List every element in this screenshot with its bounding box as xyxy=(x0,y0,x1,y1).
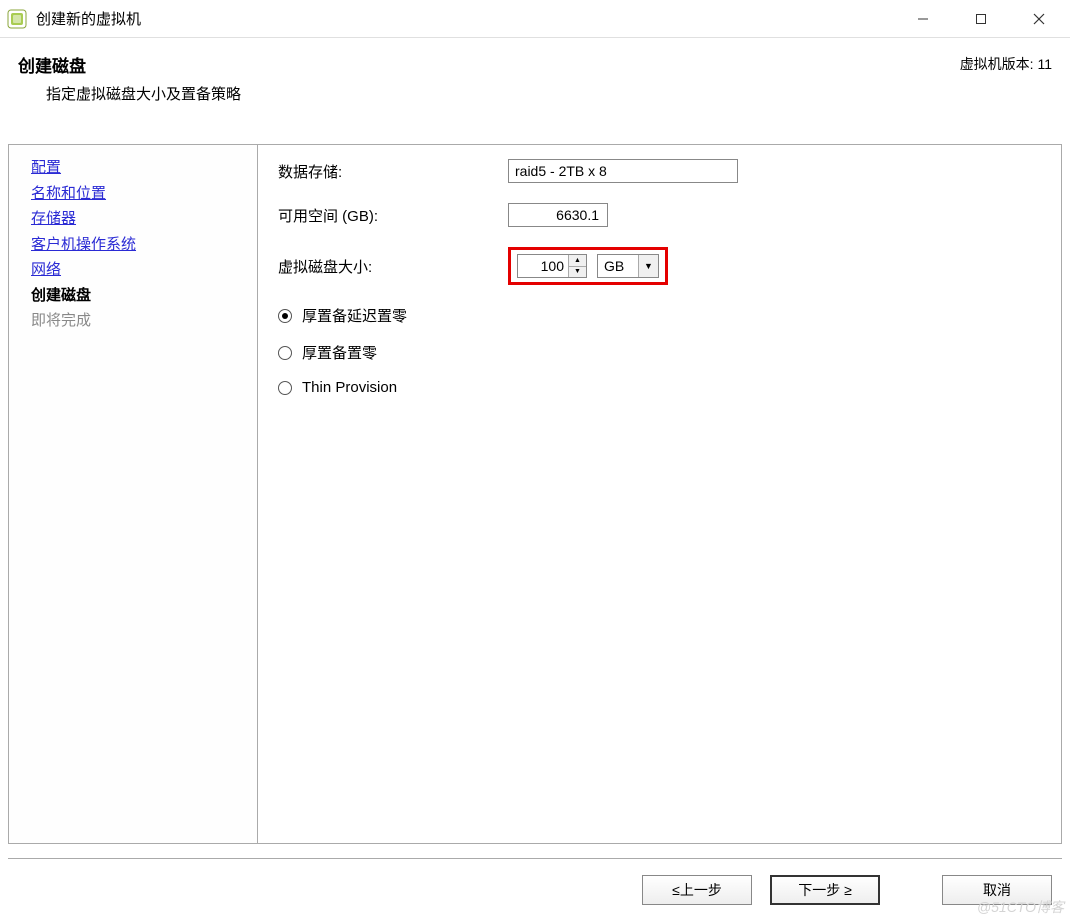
disksize-input[interactable] xyxy=(518,255,568,277)
next-button[interactable]: 下一步 ≥ xyxy=(770,875,880,905)
spinner-up-icon[interactable]: ▲ xyxy=(569,255,586,267)
disksize-spinner[interactable]: ▲ ▼ xyxy=(517,254,587,278)
window-title: 创建新的虚拟机 xyxy=(36,8,141,29)
page-subtitle: 指定虚拟磁盘大小及置备策略 xyxy=(18,77,960,104)
label-datastore: 数据存储: xyxy=(278,161,508,182)
step-link-storage[interactable]: 存储器 xyxy=(31,206,257,232)
wizard-footer: ≤上一步 下一步 ≥ 取消 xyxy=(642,875,1052,905)
step-link-guest-os[interactable]: 客户机操作系统 xyxy=(31,232,257,258)
radio-icon xyxy=(278,381,292,395)
page-title: 创建磁盘 xyxy=(18,52,960,77)
radio-thick-lazy[interactable]: 厚置备延迟置零 xyxy=(278,305,1041,326)
disksize-unit-combo[interactable]: GB ▼ xyxy=(597,254,659,278)
cancel-button[interactable]: 取消 xyxy=(942,875,1052,905)
step-link-name-location[interactable]: 名称和位置 xyxy=(31,181,257,207)
row-freespace: 可用空间 (GB): 6630.1 xyxy=(278,203,1041,227)
label-disksize: 虚拟磁盘大小: xyxy=(278,256,508,277)
step-link-network[interactable]: 网络 xyxy=(31,257,257,283)
radio-icon xyxy=(278,309,292,323)
wizard-header: 创建磁盘 指定虚拟磁盘大小及置备策略 虚拟机版本: 11 xyxy=(0,38,1070,114)
vm-version-label: 虚拟机版本: 11 xyxy=(960,52,1052,74)
radio-label-thick-lazy: 厚置备延迟置零 xyxy=(302,305,407,326)
footer-separator xyxy=(8,858,1062,859)
row-datastore: 数据存储: raid5 - 2TB x 8 xyxy=(278,159,1041,183)
step-link-config[interactable]: 配置 xyxy=(31,155,257,181)
disksize-highlight: ▲ ▼ GB ▼ xyxy=(508,247,668,285)
radio-label-thin: Thin Provision xyxy=(302,379,397,396)
row-disksize: 虚拟磁盘大小: ▲ ▼ GB ▼ xyxy=(278,247,1041,285)
radio-label-thick-eager: 厚置备置零 xyxy=(302,342,377,363)
radio-thin[interactable]: Thin Provision xyxy=(278,379,1041,396)
chevron-down-icon[interactable]: ▼ xyxy=(638,255,658,277)
minimize-button[interactable] xyxy=(894,1,952,37)
radio-thick-eager[interactable]: 厚置备置零 xyxy=(278,342,1041,363)
close-button[interactable] xyxy=(1010,1,1068,37)
field-freespace: 6630.1 xyxy=(508,203,608,227)
wizard-main-pane: 数据存储: raid5 - 2TB x 8 可用空间 (GB): 6630.1 … xyxy=(258,145,1062,844)
spinner-down-icon[interactable]: ▼ xyxy=(569,267,586,278)
app-icon xyxy=(6,8,28,30)
titlebar: 创建新的虚拟机 xyxy=(0,0,1070,38)
label-freespace: 可用空间 (GB): xyxy=(278,205,508,226)
wizard-steps-sidebar: 配置 名称和位置 存储器 客户机操作系统 网络 创建磁盘 即将完成 xyxy=(8,145,258,844)
wizard-body: 配置 名称和位置 存储器 客户机操作系统 网络 创建磁盘 即将完成 数据存储: … xyxy=(8,144,1062,844)
maximize-button[interactable] xyxy=(952,1,1010,37)
step-current-create-disk: 创建磁盘 xyxy=(31,283,257,309)
step-pending-ready: 即将完成 xyxy=(31,308,257,334)
provision-radio-group: 厚置备延迟置零 厚置备置零 Thin Provision xyxy=(278,305,1041,396)
back-button[interactable]: ≤上一步 xyxy=(642,875,752,905)
radio-icon xyxy=(278,346,292,360)
disksize-unit-text: GB xyxy=(598,258,638,274)
field-datastore: raid5 - 2TB x 8 xyxy=(508,159,738,183)
